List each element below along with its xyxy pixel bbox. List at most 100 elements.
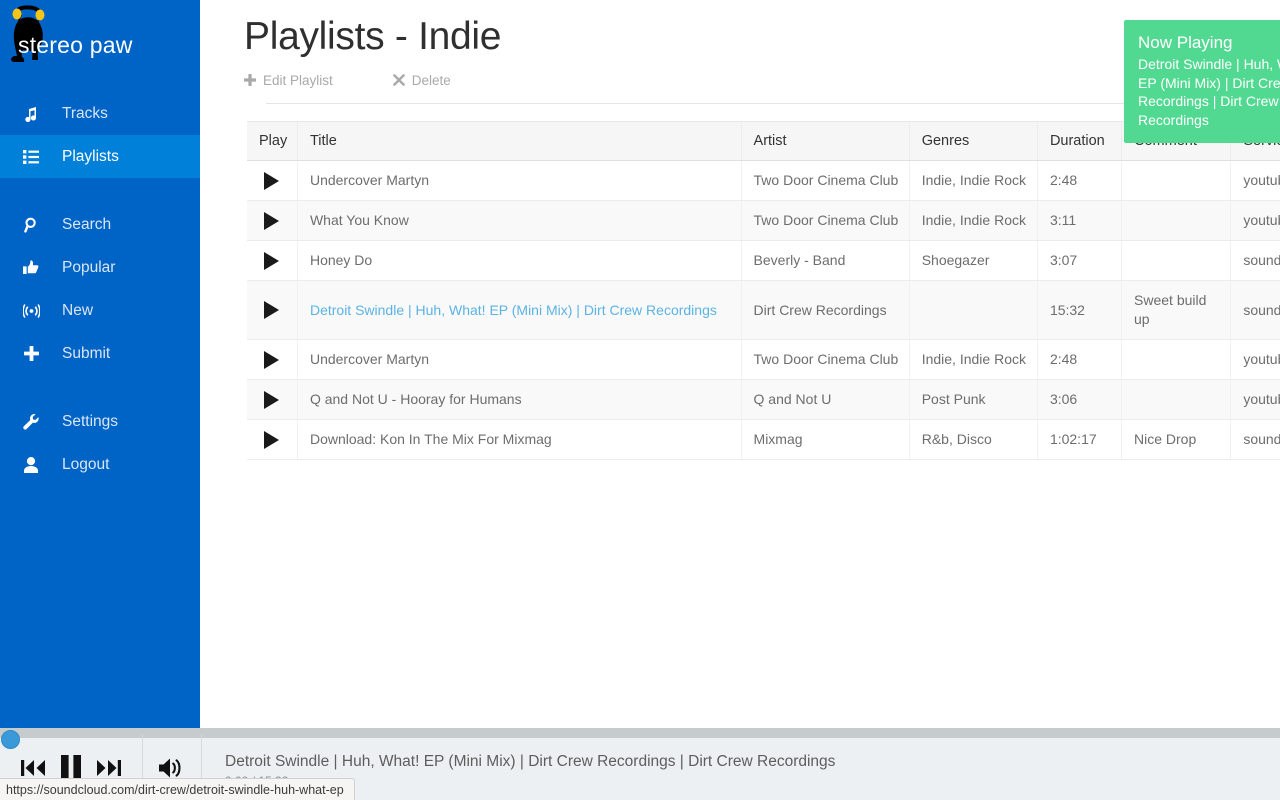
play-icon[interactable] — [264, 430, 279, 449]
delete-playlist-button[interactable]: Delete — [392, 72, 451, 88]
edit-playlist-button[interactable]: Edit Playlist — [244, 73, 333, 88]
plus-icon — [0, 346, 62, 361]
main-content: Playlists - Indie Edit Playlist Delete P… — [200, 0, 1280, 734]
brand[interactable]: stereo paw — [0, 0, 200, 92]
cell-artist: Beverly - Band — [741, 240, 910, 281]
column-header-artist[interactable]: Artist — [741, 121, 910, 161]
cell-duration: 3:07 — [1037, 240, 1123, 281]
brand-name: stereo paw — [18, 32, 133, 58]
cell-genres: Post Punk — [909, 379, 1038, 420]
tracks-table: Play Title Artist Genres Duration Commen… — [247, 121, 1280, 460]
table-row[interactable]: Undercover Martyn Two Door Cinema Club Ind… — [247, 160, 1280, 201]
cell-title[interactable]: Q and Not U - Hooray for Humans — [297, 379, 742, 420]
table-row[interactable]: What You Know Two Door Cinema Club Indie, … — [247, 200, 1280, 241]
column-header-title[interactable]: Title — [297, 121, 742, 161]
cell-title[interactable]: Undercover Martyn — [297, 339, 742, 380]
sidebar-item-label: Logout — [62, 455, 110, 473]
sidebar-item-playlists[interactable]: Playlists — [0, 135, 200, 178]
table-row[interactable]: Q and Not U - Hooray for Humans Q and Not… — [247, 379, 1280, 420]
sidebar-item-label: Settings — [62, 412, 119, 430]
tracks-table-container: Play Title Artist Genres Duration Commen… — [200, 104, 1280, 460]
sidebar-item-label: Popular — [62, 258, 116, 276]
play-icon[interactable] — [264, 390, 279, 409]
sidebar-divider-2 — [0, 375, 200, 400]
cell-comment — [1121, 339, 1232, 380]
app-root: stereo paw Tracks Playlists Search Popul… — [0, 0, 1280, 800]
sidebar-item-submit[interactable]: Submit — [0, 332, 200, 375]
cell-play[interactable] — [247, 160, 298, 201]
previous-button[interactable] — [20, 759, 46, 777]
wrench-icon — [0, 413, 62, 430]
column-header-play[interactable]: Play — [247, 121, 298, 161]
table-row[interactable]: Honey Do Beverly - Band Shoegazer 3:07 sound… — [247, 240, 1280, 281]
play-icon[interactable] — [264, 350, 279, 369]
music-note-icon — [0, 106, 62, 122]
table-row[interactable]: Undercover Martyn Two Door Cinema Club Ind… — [247, 339, 1280, 380]
cell-title[interactable]: Honey Do — [297, 240, 742, 281]
cell-play[interactable] — [247, 339, 298, 380]
sidebar-item-logout[interactable]: Logout — [0, 443, 200, 486]
table-body: Undercover Martyn Two Door Cinema Club Ind… — [247, 160, 1280, 460]
cell-comment — [1121, 200, 1232, 241]
cell-service: soundcloud — [1230, 280, 1280, 340]
sidebar-item-popular[interactable]: Popular — [0, 246, 200, 289]
cell-title[interactable]: Detroit Swindle | Huh, What! EP (Mini Mi… — [297, 280, 742, 340]
cell-duration: 2:48 — [1037, 339, 1123, 380]
cell-artist: Two Door Cinema Club — [741, 160, 910, 201]
cell-play[interactable] — [247, 379, 298, 420]
play-icon[interactable] — [264, 301, 279, 319]
toast-title: Now Playing — [1138, 33, 1233, 52]
cell-comment: Nice Drop — [1121, 419, 1232, 460]
play-icon[interactable] — [264, 211, 279, 230]
sidebar-item-new[interactable]: New — [0, 289, 200, 332]
cell-title[interactable]: Undercover Martyn — [297, 160, 742, 201]
sidebar-item-label: Tracks — [62, 104, 108, 122]
play-icon[interactable] — [264, 171, 279, 190]
cell-duration: 15:32 — [1037, 280, 1123, 340]
volume-icon[interactable] — [159, 757, 185, 779]
cell-comment — [1121, 160, 1232, 201]
sidebar-item-label: Submit — [62, 344, 111, 362]
sidebar-item-tracks[interactable]: Tracks — [0, 92, 200, 135]
cell-duration: 1:02:17 — [1037, 419, 1123, 460]
action-label: Delete — [411, 72, 451, 88]
list-icon — [0, 149, 62, 164]
sidebar-item-search[interactable]: Search — [0, 203, 200, 246]
cell-play[interactable] — [247, 280, 298, 340]
thumbs-up-icon — [0, 260, 62, 275]
cell-play[interactable] — [247, 200, 298, 241]
cell-genres: Shoegazer — [909, 240, 1038, 281]
cell-service: youtube — [1230, 339, 1280, 380]
cell-service: soundcloud — [1230, 240, 1280, 281]
status-bar-url: https://soundcloud.com/dirt-crew/detroit… — [0, 778, 355, 800]
cell-service: youtube — [1230, 160, 1280, 201]
cell-genres: Indie, Indie Rock — [909, 160, 1038, 201]
table-row[interactable]: Detroit Swindle | Huh, What! EP (Mini Mi… — [247, 280, 1280, 340]
sidebar-group-account: Settings Logout — [0, 400, 200, 486]
cell-play[interactable] — [247, 419, 298, 460]
cell-artist: Two Door Cinema Club — [741, 339, 910, 380]
cell-artist: Q and Not U — [741, 379, 910, 420]
sidebar-group-discover: Search Popular New Submit — [0, 203, 200, 375]
cell-genres: Indie, Indie Rock — [909, 200, 1038, 241]
column-header-genres[interactable]: Genres — [909, 121, 1038, 161]
table-row[interactable]: Download: Kon In The Mix For Mixmag Mixma… — [247, 419, 1280, 460]
search-icon — [0, 217, 62, 233]
sidebar-item-settings[interactable]: Settings — [0, 400, 200, 443]
sidebar-item-label: New — [62, 301, 94, 319]
cell-artist: Two Door Cinema Club — [741, 200, 910, 241]
play-icon[interactable] — [264, 251, 279, 270]
page-header: Playlists - Indie Edit Playlist Delete — [200, 0, 1280, 104]
column-header-duration[interactable]: Duration — [1037, 121, 1123, 161]
sidebar: stereo paw Tracks Playlists Search Popul… — [0, 0, 200, 734]
cell-play[interactable] — [247, 240, 298, 281]
cell-duration: 2:48 — [1037, 160, 1123, 201]
next-button[interactable] — [96, 759, 122, 777]
cell-title[interactable]: Download: Kon In The Mix For Mixmag — [297, 419, 742, 460]
cell-service: youtube — [1230, 379, 1280, 420]
track-title-link[interactable]: Detroit Swindle | Huh, What! EP (Mini Mi… — [310, 302, 717, 318]
user-icon — [0, 456, 62, 473]
now-playing-toast: Now Playing Detroit Swindle | Huh, What!… — [1124, 20, 1280, 144]
sidebar-divider — [0, 178, 200, 203]
cell-title[interactable]: What You Know — [297, 200, 742, 241]
